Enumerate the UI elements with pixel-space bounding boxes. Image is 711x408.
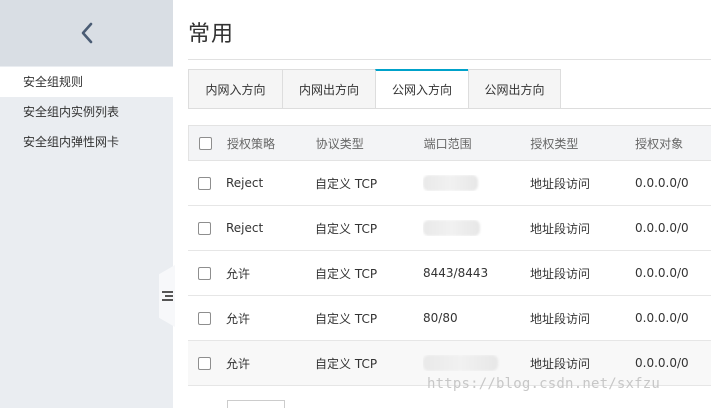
- sidebar-item-elastic-nic[interactable]: 安全组内弹性网卡: [0, 127, 173, 157]
- sidebar-item-label: 安全组内实例列表: [23, 105, 120, 119]
- table-row: 允许 自定义 TCP 80/80 地址段访问 0.0.0.0/0: [188, 296, 711, 341]
- row-checkbox-cell: [188, 266, 226, 280]
- table-row: Reject 自定义 TCP 地址段访问 0.0.0.0/0: [188, 206, 711, 251]
- collapse-menu-icon: [161, 291, 173, 301]
- table-row: 允许 自定义 TCP 8443/8443 地址段访问 0.0.0.0/0: [188, 251, 711, 296]
- sidebar-menu: 安全组规则 安全组内实例列表 安全组内弹性网卡: [0, 67, 173, 157]
- auth-type-cell: 地址段访问: [530, 221, 591, 236]
- column-header: 端口范围: [423, 136, 472, 151]
- select-all-checkbox[interactable]: [199, 136, 212, 150]
- table-row: Reject 自定义 TCP 地址段访问 0.0.0.0/0: [188, 161, 711, 206]
- column-header: 授权类型: [530, 136, 579, 151]
- row-checkbox-cell: [188, 176, 226, 190]
- policy-cell: 允许: [226, 266, 251, 281]
- row-checkbox[interactable]: [198, 221, 211, 235]
- auth-object-cell: 0.0.0.0/0: [635, 356, 689, 370]
- redacted-ports: [423, 220, 480, 236]
- tab-internet-inbound[interactable]: 公网入方向: [375, 69, 468, 109]
- tabs-divider: [188, 108, 711, 109]
- main-content: 常用 内网入方向 内网出方向 公网入方向 公网出方向 授权策略 协议类型 端口范…: [173, 0, 711, 408]
- column-header: 协议类型: [315, 136, 364, 151]
- auth-object-cell: 0.0.0.0/0: [635, 176, 689, 190]
- chevron-left-icon: [81, 22, 92, 44]
- title-divider: [188, 59, 711, 60]
- policy-cell: Reject: [226, 176, 264, 190]
- auth-type-cell: 地址段访问: [530, 311, 591, 326]
- sidebar-item-label: 安全组规则: [23, 75, 84, 89]
- watermark-text: https://blog.csdn.net/sxfzu: [427, 376, 660, 392]
- row-checkbox-cell: [188, 311, 226, 325]
- table-header: 授权策略 协议类型 端口范围 授权类型 授权对象: [188, 125, 711, 161]
- ports-cell: 8443/8443: [423, 266, 489, 280]
- redacted-ports: [423, 175, 478, 191]
- sidebar: 安全组规则 安全组内实例列表 安全组内弹性网卡: [0, 0, 173, 408]
- auth-object-cell: 0.0.0.0/0: [635, 266, 689, 280]
- row-checkbox-cell: [188, 221, 226, 235]
- ports-cell: [423, 220, 530, 236]
- tab-internet-outbound[interactable]: 公网出方向: [468, 69, 561, 109]
- tab-intranet-outbound[interactable]: 内网出方向: [282, 69, 375, 109]
- sidebar-header: [0, 0, 173, 66]
- auth-type-cell: 地址段访问: [530, 356, 591, 371]
- sidebar-item-instance-list[interactable]: 安全组内实例列表: [0, 97, 173, 127]
- policy-cell: Reject: [226, 221, 264, 235]
- policy-cell: 允许: [226, 356, 251, 371]
- row-checkbox[interactable]: [198, 266, 211, 280]
- row-checkbox-cell: [188, 356, 226, 370]
- back-button[interactable]: [75, 21, 99, 45]
- ports-cell: 80/80: [423, 311, 458, 325]
- auth-object-cell: 0.0.0.0/0: [635, 221, 689, 235]
- column-header: 授权对象: [635, 136, 684, 151]
- redacted-ports: [423, 355, 498, 371]
- protocol-cell: 自定义 TCP: [315, 311, 378, 326]
- rules-table: 授权策略 协议类型 端口范围 授权类型 授权对象 Reject 自定义 TCP …: [188, 125, 711, 386]
- tab-intranet-inbound[interactable]: 内网入方向: [188, 69, 282, 109]
- direction-tabs: 内网入方向 内网出方向 公网入方向 公网出方向: [188, 69, 561, 109]
- protocol-cell: 自定义 TCP: [315, 221, 378, 236]
- protocol-cell: 自定义 TCP: [315, 176, 378, 191]
- column-header: 授权策略: [226, 136, 275, 151]
- auth-object-cell: 0.0.0.0/0: [635, 311, 689, 325]
- pagination-control[interactable]: [227, 400, 285, 408]
- header-checkbox-cell: [189, 136, 227, 150]
- protocol-cell: 自定义 TCP: [315, 356, 378, 371]
- ports-cell: [423, 175, 530, 191]
- row-checkbox[interactable]: [198, 311, 211, 325]
- row-checkbox[interactable]: [198, 176, 211, 190]
- sidebar-item-security-group-rules[interactable]: 安全组规则: [0, 67, 173, 97]
- auth-type-cell: 地址段访问: [530, 176, 591, 191]
- auth-type-cell: 地址段访问: [530, 266, 591, 281]
- protocol-cell: 自定义 TCP: [315, 266, 378, 281]
- sidebar-item-label: 安全组内弹性网卡: [23, 135, 120, 149]
- policy-cell: 允许: [226, 311, 251, 326]
- ports-cell: [423, 355, 530, 371]
- page-title: 常用: [188, 22, 235, 47]
- row-checkbox[interactable]: [198, 356, 211, 370]
